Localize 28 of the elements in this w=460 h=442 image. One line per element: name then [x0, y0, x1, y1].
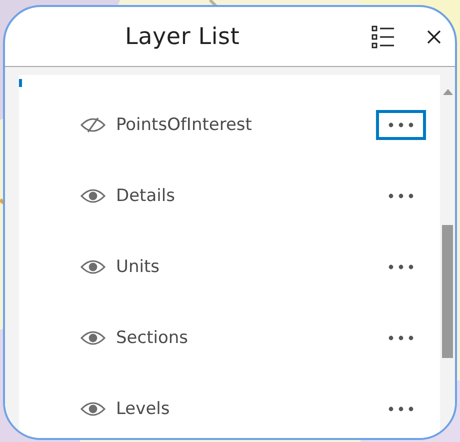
scrollbar-thumb[interactable] [442, 225, 453, 358]
eye-slash-icon [80, 116, 106, 134]
close-icon [427, 30, 441, 44]
ellipsis-icon [388, 334, 414, 340]
visibility-toggle[interactable] [80, 328, 106, 346]
ellipsis-icon [388, 122, 414, 128]
ellipsis-icon [388, 406, 414, 412]
layer-name: Units [116, 256, 160, 276]
visibility-toggle[interactable] [80, 400, 106, 418]
panel-title: Layer List [125, 24, 240, 50]
layer-name: Levels [116, 398, 171, 418]
close-button[interactable] [427, 30, 441, 44]
list-icon [371, 24, 395, 48]
eye-icon [80, 258, 106, 276]
eye-icon [80, 328, 106, 346]
focus-marker [19, 79, 22, 87]
layer-name: Details [116, 186, 176, 206]
visibility-toggle[interactable] [80, 186, 106, 204]
visibility-toggle[interactable] [80, 116, 106, 134]
ellipsis-icon [388, 264, 414, 270]
list-view-button[interactable] [371, 24, 395, 48]
options-button[interactable] [376, 110, 426, 140]
ellipsis-icon [388, 192, 414, 198]
layer-name: PointsOfInterest [116, 114, 253, 134]
layer-name: Sections [116, 328, 190, 348]
eye-icon [80, 400, 106, 418]
visibility-toggle[interactable] [80, 258, 106, 276]
eye-icon [80, 186, 106, 204]
